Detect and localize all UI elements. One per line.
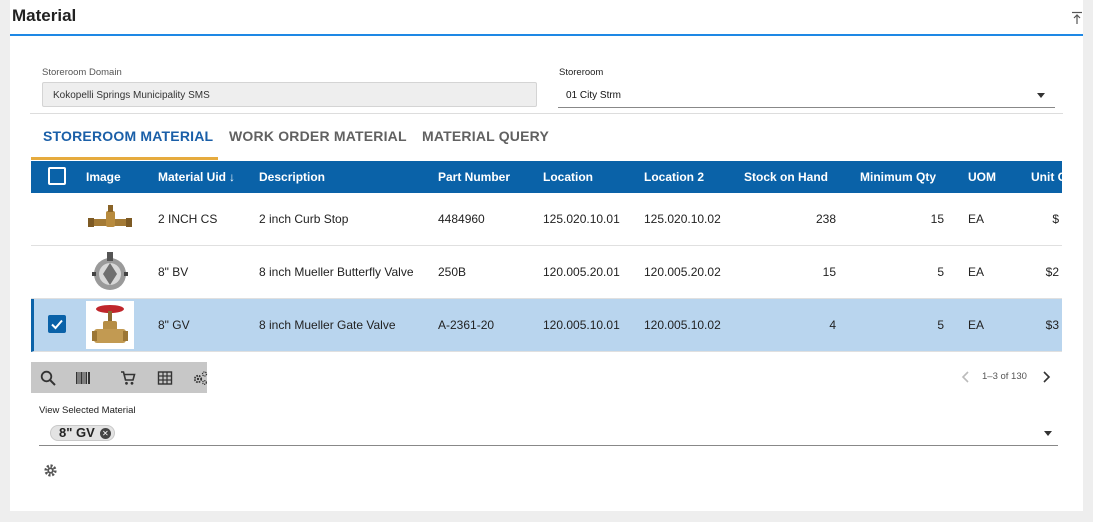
column-header-minimum-qty[interactable]: Minimum Qty bbox=[860, 170, 936, 184]
barcode-icon[interactable] bbox=[75, 370, 91, 386]
settings-cogs-icon[interactable] bbox=[192, 370, 208, 386]
grid-toolbar bbox=[31, 362, 208, 393]
cart-icon[interactable] bbox=[120, 370, 136, 386]
row-checkbox-checked[interactable] bbox=[48, 315, 66, 333]
page-title: Material bbox=[12, 6, 77, 25]
column-header-image: Image bbox=[86, 170, 121, 184]
checkmark-icon bbox=[51, 319, 63, 330]
cell-material-uid: 8" GV bbox=[158, 318, 190, 332]
cell-location-2: 120.005.20.02 bbox=[644, 265, 721, 279]
column-header-description[interactable]: Description bbox=[259, 170, 325, 184]
column-header-material-uid[interactable]: Material Uid ↓ bbox=[158, 170, 235, 184]
table-icon[interactable] bbox=[157, 370, 173, 386]
cell-part-number: 4484960 bbox=[438, 212, 485, 226]
chevron-right-icon[interactable] bbox=[1041, 371, 1051, 383]
table-row[interactable]: 8" BV 8 inch Mueller Butterfly Valve 250… bbox=[31, 246, 1062, 299]
select-all-checkbox[interactable] bbox=[48, 167, 66, 185]
column-header-unit-cost[interactable]: Unit C bbox=[1031, 170, 1062, 184]
search-icon[interactable] bbox=[40, 370, 56, 386]
cell-location-2: 125.020.10.02 bbox=[644, 212, 721, 226]
gear-icon[interactable] bbox=[43, 463, 58, 478]
column-header-stock-on-hand[interactable]: Stock on Hand bbox=[744, 170, 828, 184]
chevron-left-icon[interactable] bbox=[961, 371, 971, 383]
collapse-top-icon[interactable] bbox=[1071, 11, 1083, 25]
column-header-part-number[interactable]: Part Number bbox=[438, 170, 510, 184]
column-header-location-2[interactable]: Location 2 bbox=[644, 170, 704, 184]
material-grid: Image Material Uid ↓ Description Part Num… bbox=[31, 161, 1062, 352]
tab-storeroom-material[interactable]: STOREROOM MATERIAL bbox=[43, 128, 213, 144]
table-row[interactable]: 2 INCH CS 2 inch Curb Stop 4484960 125.0… bbox=[31, 193, 1062, 246]
panel-header: Material bbox=[10, 0, 1083, 36]
cell-material-uid: 8" BV bbox=[158, 265, 189, 279]
cell-description: 8 inch Mueller Gate Valve bbox=[259, 318, 396, 332]
butterfly-valve-image bbox=[86, 248, 134, 296]
cell-material-uid: 2 INCH CS bbox=[158, 212, 218, 226]
cell-uom: EA bbox=[968, 212, 985, 226]
storeroom-select[interactable]: 01 City Strm bbox=[558, 83, 1055, 108]
cell-location: 125.020.10.01 bbox=[543, 212, 620, 226]
cell-location: 120.005.10.01 bbox=[543, 318, 620, 332]
cell-description: 2 inch Curb Stop bbox=[259, 212, 349, 226]
column-header-material-uid-label: Material Uid bbox=[158, 170, 227, 184]
cell-part-number: A-2361-20 bbox=[438, 318, 495, 332]
curb-stop-image bbox=[86, 195, 134, 243]
cell-minimum-qty: 15 bbox=[930, 212, 944, 226]
cell-description: 8 inch Mueller Butterfly Valve bbox=[259, 265, 414, 279]
cell-unit-cost: $2 bbox=[1045, 265, 1059, 279]
cell-unit-cost: $ bbox=[1052, 212, 1059, 226]
gate-valve-image bbox=[86, 301, 134, 349]
tab-work-order-material[interactable]: WORK ORDER MATERIAL bbox=[229, 128, 407, 144]
material-panel: Material Storeroom Domain Kokopelli Spri… bbox=[10, 0, 1083, 511]
column-header-uom[interactable]: UOM bbox=[968, 170, 996, 184]
grid-header: Image Material Uid ↓ Description Part Num… bbox=[31, 161, 1062, 193]
cell-part-number: 250B bbox=[438, 265, 467, 279]
cell-location: 120.005.20.01 bbox=[543, 265, 620, 279]
cell-stock-on-hand: 4 bbox=[829, 318, 836, 332]
tab-material-query[interactable]: MATERIAL QUERY bbox=[422, 128, 549, 144]
cell-location-2: 120.005.10.02 bbox=[644, 318, 721, 332]
chevron-down-icon bbox=[1044, 431, 1052, 436]
cell-unit-cost: $3 bbox=[1045, 318, 1059, 332]
storeroom-select-value: 01 City Strm bbox=[566, 90, 622, 101]
cell-stock-on-hand: 15 bbox=[822, 265, 836, 279]
cell-uom: EA bbox=[968, 265, 985, 279]
storeroom-label: Storeroom bbox=[559, 67, 604, 78]
close-icon[interactable]: ✕ bbox=[99, 428, 111, 439]
storeroom-domain-field: Kokopelli Springs Municipality SMS bbox=[42, 82, 537, 107]
cell-stock-on-hand: 238 bbox=[815, 212, 836, 226]
view-selected-material-label: View Selected Material bbox=[39, 405, 136, 416]
cell-uom: EA bbox=[968, 318, 985, 332]
chip-label: 8" GV bbox=[59, 425, 95, 440]
sort-descending-icon: ↓ bbox=[229, 170, 236, 184]
pagination-text: 1–3 of 130 bbox=[982, 371, 1027, 382]
cell-minimum-qty: 5 bbox=[937, 318, 944, 332]
storeroom-domain-label: Storeroom Domain bbox=[42, 67, 122, 78]
view-selected-material-select[interactable]: 8" GV ✕ bbox=[39, 421, 1058, 446]
active-tab-indicator bbox=[31, 157, 218, 160]
tabs-divider bbox=[30, 113, 1063, 114]
column-header-location[interactable]: Location bbox=[543, 170, 593, 184]
chevron-down-icon bbox=[1037, 93, 1045, 98]
selected-material-chip[interactable]: 8" GV ✕ bbox=[50, 425, 115, 441]
table-row-selected[interactable]: 8" GV 8 inch Mueller Gate Valve A-2361-2… bbox=[31, 299, 1062, 352]
cell-minimum-qty: 5 bbox=[937, 265, 944, 279]
